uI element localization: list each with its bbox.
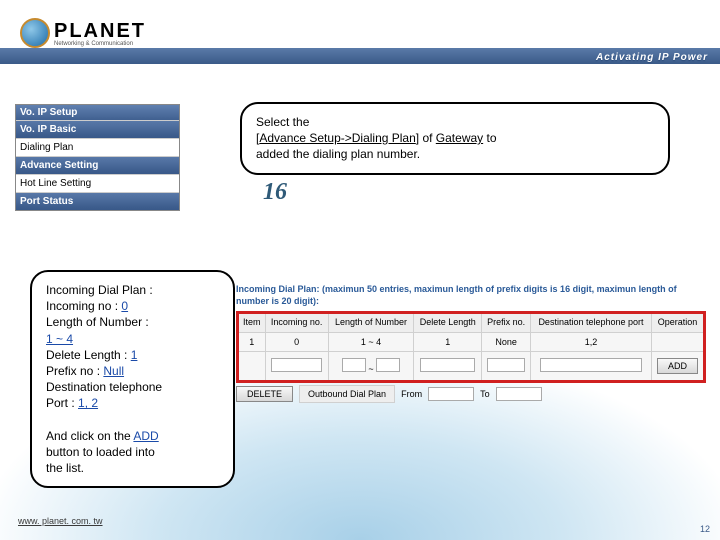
callout-instruction: Select the [Advance Setup->Dialing Plan]…: [240, 102, 670, 175]
callout-line: the list.: [46, 461, 84, 475]
nav-item-voip-basic[interactable]: Vo. IP Basic: [16, 120, 179, 138]
col-prefix: Prefix no.: [482, 313, 531, 333]
callout-line: Length of Number :: [46, 315, 149, 329]
nav-item-advance-setting[interactable]: Advance Setting: [16, 156, 179, 174]
dialplan-table: Item Incoming no. Length of Number Delet…: [236, 311, 706, 383]
table-caption: Incoming Dial Plan: (maximun 50 entries,…: [236, 284, 706, 307]
delete-button[interactable]: DELETE: [236, 386, 293, 402]
callout-text: Select the: [256, 115, 309, 129]
col-dest: Destination telephone port: [530, 313, 651, 333]
callout-dialplan-values: Incoming Dial Plan : Incoming no : 0 Len…: [30, 270, 235, 488]
nav-item-port-status[interactable]: Port Status: [16, 192, 179, 210]
col-length: Length of Number: [328, 313, 413, 333]
from-input[interactable]: [428, 387, 474, 401]
length-to-input[interactable]: [376, 358, 400, 372]
cell-dest: 1,2: [530, 333, 651, 352]
callout-value: Null: [103, 364, 124, 378]
callout-line: Destination telephone: [46, 380, 162, 394]
col-operation: Operation: [652, 313, 705, 333]
nav-menu: Vo. IP Setup Vo. IP Basic Dialing Plan A…: [15, 104, 180, 211]
table-header-row: Item Incoming no. Length of Number Delet…: [238, 313, 705, 333]
callout-line: Incoming Dial Plan :: [46, 283, 153, 297]
callout-line: Port :: [46, 396, 78, 410]
header-slogan: Activating IP Power: [596, 52, 708, 63]
col-incoming: Incoming no.: [265, 313, 328, 333]
table-row: 1 0 1 ~ 4 1 None 1,2: [238, 333, 705, 352]
callout-link-text: Advance Setup->Dialing Plan: [259, 131, 415, 145]
cell-incoming: 0: [265, 333, 328, 352]
tilde: ~: [368, 364, 373, 374]
footer-url: www. planet. com. tw: [18, 516, 103, 526]
incoming-input[interactable]: [271, 358, 322, 372]
callout-line: And click on the: [46, 429, 133, 443]
callout-text: ] of: [416, 131, 436, 145]
brand-tagline: Networking & Communication: [54, 41, 146, 47]
delete-length-input[interactable]: [420, 358, 475, 372]
cell-prefix: None: [482, 333, 531, 352]
col-delete: Delete Length: [414, 313, 482, 333]
header-stripe: Activating IP Power: [0, 48, 720, 64]
callout-line: Prefix no :: [46, 364, 103, 378]
callout-value: 1 ~ 4: [46, 332, 73, 346]
callout-value: 0: [121, 299, 128, 313]
prefix-input[interactable]: [487, 358, 524, 372]
cell-op: [652, 333, 705, 352]
length-from-input[interactable]: [342, 358, 366, 372]
callout-text: to: [483, 131, 496, 145]
add-button[interactable]: ADD: [657, 358, 698, 374]
cell-item: 1: [238, 333, 266, 352]
globe-icon: [20, 18, 50, 48]
brand-logo: PLANET Networking & Communication: [20, 18, 146, 48]
brand-name: PLANET: [54, 20, 146, 43]
nav-item-dialing-plan[interactable]: Dialing Plan: [16, 138, 179, 156]
to-label: To: [480, 389, 490, 399]
callout-value: 1, 2: [78, 396, 98, 410]
table-input-row: ~ ADD: [238, 352, 705, 382]
from-label: From: [401, 389, 422, 399]
callout-value: 1: [131, 348, 138, 362]
col-item: Item: [238, 313, 266, 333]
nav-item-hot-line[interactable]: Hot Line Setting: [16, 174, 179, 192]
to-input[interactable]: [496, 387, 542, 401]
dest-port-input[interactable]: [540, 358, 643, 372]
callout-value: ADD: [133, 429, 158, 443]
dialplan-table-section: Incoming Dial Plan: (maximun 50 entries,…: [236, 284, 706, 403]
cell-length: 1 ~ 4: [328, 333, 413, 352]
nav-title: Vo. IP Setup: [16, 105, 179, 120]
callout-line: Delete Length :: [46, 348, 131, 362]
callout-line: button to loaded into: [46, 445, 155, 459]
callout-link-text: Gateway: [436, 131, 483, 145]
page-number: 12: [700, 524, 710, 534]
callout-line: Incoming no :: [46, 299, 121, 313]
callout-text: added the dialing plan number.: [256, 147, 420, 161]
table-bottom-row: DELETE Outbound Dial Plan From To: [236, 385, 706, 403]
cell-delete: 1: [414, 333, 482, 352]
step-number: 16: [263, 179, 287, 206]
slide-header: PLANET Networking & Communication Activa…: [0, 0, 720, 64]
outbound-label: Outbound Dial Plan: [299, 385, 395, 403]
